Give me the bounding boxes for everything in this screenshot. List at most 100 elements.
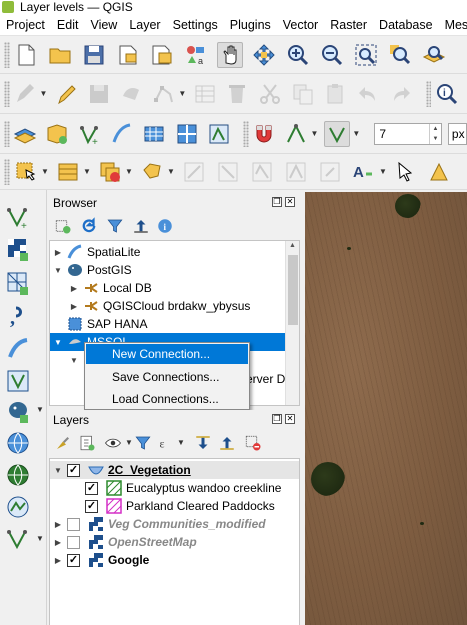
deselect-all-icon[interactable] — [97, 159, 123, 185]
snapping-unit-select[interactable]: px — [447, 122, 467, 145]
refresh-icon[interactable] — [79, 216, 99, 236]
paste-features-icon[interactable] — [323, 81, 348, 107]
context-load-connections[interactable]: Load Connections... — [86, 389, 248, 409]
chevron-down-icon[interactable]: ▼ — [167, 167, 175, 176]
digitize-node-icon[interactable]: + — [77, 121, 101, 147]
chevron-down-icon[interactable]: ▼ — [125, 167, 133, 176]
layer-visibility-checkbox[interactable]: ✓ — [85, 481, 98, 495]
menu-vector[interactable]: Vector — [277, 18, 324, 32]
toolbar-grip[interactable] — [4, 158, 10, 185]
zoom-to-layer-icon[interactable] — [421, 42, 447, 68]
zoom-in-icon[interactable] — [285, 42, 311, 68]
snap-to-vertex-icon[interactable] — [324, 120, 351, 147]
layer-item-openstreetmap[interactable]: ▶ OpenStreetMap — [50, 533, 299, 551]
label-toolbar-icon[interactable]: A — [351, 159, 377, 185]
add-raster-layer-icon[interactable] — [142, 121, 166, 147]
chevron-down-icon[interactable]: ▼ — [41, 167, 49, 176]
chevron-down-icon[interactable]: ▼ — [352, 129, 360, 138]
manage-visibility-icon[interactable] — [103, 433, 123, 453]
add-spatialite-icon[interactable] — [5, 336, 31, 362]
menu-raster[interactable]: Raster — [324, 18, 373, 32]
copy-features-icon[interactable] — [291, 81, 316, 107]
cut-features-icon[interactable] — [258, 81, 283, 107]
layer-group-2c-vegetation[interactable]: ▼ ✓ 2C_Vegetation — [50, 461, 299, 479]
new-raster-icon[interactable] — [5, 236, 31, 262]
browser-item-postgis[interactable]: ▼ PostGIS — [50, 261, 286, 279]
chevron-down-icon[interactable]: ▼ — [125, 438, 133, 447]
browser-item-server[interactable]: erver D — [246, 370, 285, 388]
expand-arrow-icon[interactable]: ▶ — [53, 538, 63, 547]
expand-arrow-icon[interactable]: ▶ — [69, 302, 79, 311]
chevron-down-icon[interactable]: ▼ — [178, 89, 186, 98]
zoom-to-selection-icon[interactable] — [387, 42, 413, 68]
menu-view[interactable]: View — [84, 18, 123, 32]
select-cursor-icon[interactable] — [393, 159, 419, 185]
scroll-thumb[interactable] — [288, 255, 298, 325]
attribute-table-icon[interactable] — [55, 159, 81, 185]
select-by-location-icon[interactable] — [139, 159, 165, 185]
layer-visibility-checkbox[interactable]: ✓ — [67, 553, 80, 567]
delete-selected-icon[interactable] — [225, 81, 250, 107]
open-layer-styling-icon[interactable] — [53, 433, 73, 453]
context-save-connections[interactable]: Save Connections... — [86, 367, 248, 387]
save-project-icon[interactable] — [81, 42, 107, 68]
digitize-line-icon[interactable] — [110, 121, 134, 147]
context-new-connection[interactable]: New Connection... — [86, 344, 248, 364]
vertex-tool-icon[interactable] — [152, 81, 177, 107]
expand-arrow-icon[interactable]: ▶ — [53, 248, 63, 257]
snapping-mode-icon[interactable] — [284, 121, 308, 147]
move-label-icon[interactable] — [317, 159, 343, 185]
collapse-all-icon[interactable] — [217, 433, 237, 453]
menu-plugins[interactable]: Plugins — [224, 18, 277, 32]
filter-expression-icon[interactable]: ε — [157, 433, 177, 453]
layer-visibility-checkbox[interactable] — [67, 517, 80, 531]
toolbar-grip[interactable] — [4, 80, 10, 107]
scroll-up-icon[interactable]: ▲ — [289, 242, 296, 249]
menu-layer[interactable]: Layer — [123, 18, 166, 32]
map-canvas[interactable] — [305, 192, 467, 625]
expand-arrow-icon[interactable]: ▶ — [53, 520, 63, 529]
expand-arrow-icon[interactable]: ▶ — [53, 556, 63, 565]
add-group-icon[interactable] — [77, 433, 97, 453]
layer-visibility-checkbox[interactable] — [67, 535, 80, 549]
spin-arrows-icon[interactable]: ▲ ▼ — [428, 123, 441, 144]
zoom-full-icon[interactable] — [353, 42, 379, 68]
filter-browser-icon[interactable] — [105, 216, 125, 236]
menu-settings[interactable]: Settings — [167, 18, 224, 32]
new-vector-icon[interactable]: + — [5, 204, 31, 230]
layer-visibility-checkbox[interactable]: ✓ — [67, 463, 80, 477]
pin-labels-icon[interactable] — [249, 159, 275, 185]
expand-all-icon[interactable] — [193, 433, 213, 453]
add-delimited-text-icon[interactable]: , — [5, 303, 31, 329]
browser-item-local-db[interactable]: ▶ Local DB — [50, 279, 286, 297]
show-labels-icon[interactable] — [283, 159, 309, 185]
add-wfs-icon[interactable] — [5, 462, 31, 488]
filter-legend-icon[interactable] — [133, 433, 153, 453]
layer-item-google[interactable]: ▶ ✓ Google — [50, 551, 299, 569]
new-mesh-icon[interactable] — [5, 270, 31, 296]
properties-info-icon[interactable]: i — [155, 216, 175, 236]
chevron-down-icon[interactable]: ▼ — [36, 534, 44, 543]
close-panel-icon[interactable]: ✕ — [285, 197, 295, 207]
measure-icon[interactable] — [215, 159, 241, 185]
menu-database[interactable]: Database — [373, 18, 439, 32]
pan-to-selection-icon[interactable] — [251, 42, 277, 68]
current-edits-icon[interactable] — [13, 81, 38, 107]
browser-item-spatialite[interactable]: ▶ SpatiaLite — [50, 243, 286, 261]
remove-layer-icon[interactable] — [243, 433, 263, 453]
advanced-digitizing-icon[interactable] — [207, 121, 231, 147]
add-wms-icon[interactable] — [5, 430, 31, 456]
layout-manager-icon[interactable] — [149, 42, 175, 68]
toggle-editing-icon[interactable] — [53, 81, 78, 107]
menu-edit[interactable]: Edit — [51, 18, 85, 32]
layer-visibility-checkbox[interactable]: ✓ — [85, 499, 98, 513]
select-features-icon[interactable] — [13, 159, 39, 185]
add-wms-layer-icon[interactable] — [174, 121, 198, 147]
browser-scrollbar[interactable]: ▲ — [285, 241, 299, 405]
menu-mesh[interactable]: Mesh — [439, 18, 467, 32]
layer-item-parkland[interactable]: ✓ Parkland Cleared Paddocks — [50, 497, 299, 515]
new-print-layout-icon[interactable] — [115, 42, 141, 68]
save-edits-icon[interactable] — [86, 81, 111, 107]
chevron-down-icon[interactable]: ▼ — [83, 167, 91, 176]
collapse-arrow-icon[interactable]: ▼ — [53, 266, 63, 275]
